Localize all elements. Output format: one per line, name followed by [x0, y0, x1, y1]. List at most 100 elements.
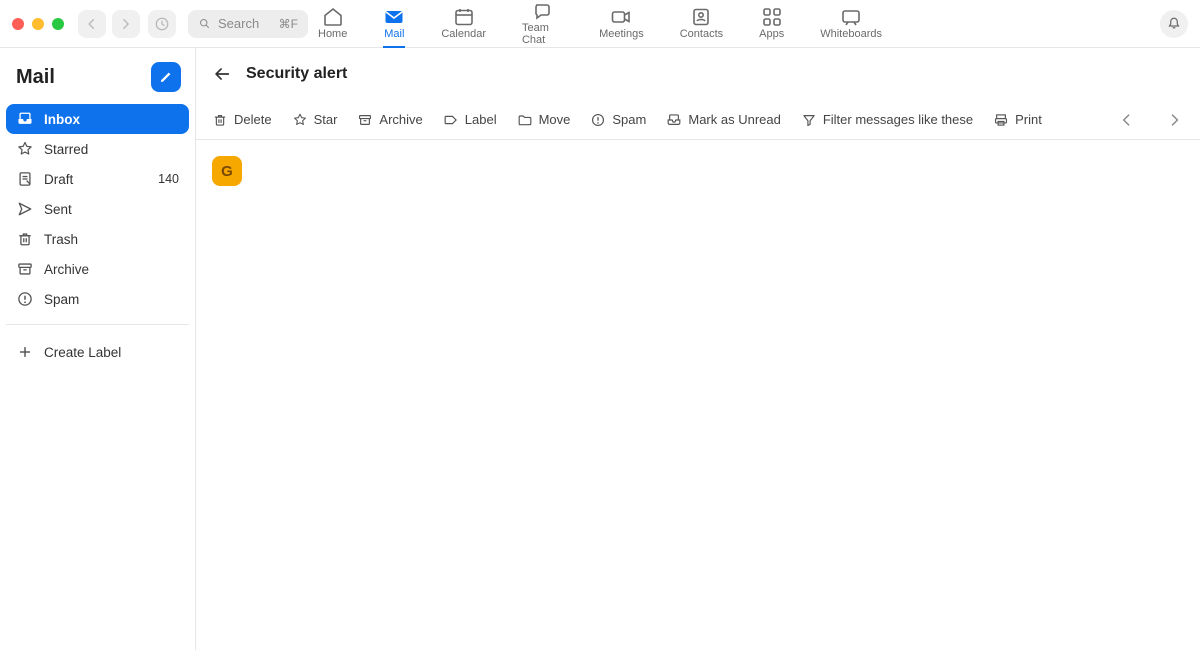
chat-icon [532, 2, 554, 20]
history-arrows [78, 10, 140, 38]
sidebar-item-sent[interactable]: Sent [6, 194, 189, 224]
mail-body: G [196, 140, 1200, 650]
nav-team-chat[interactable]: Team Chat [504, 0, 581, 48]
search-placeholder: Search [218, 16, 259, 31]
bell-icon [1165, 13, 1183, 35]
window-controls [12, 18, 64, 30]
sender-initial: G [221, 163, 233, 180]
star-icon [16, 138, 34, 160]
mail-icon [666, 109, 682, 131]
whiteboard-icon [840, 8, 862, 26]
global-search[interactable]: Search ⌘F [188, 10, 308, 38]
trash-icon [212, 109, 228, 131]
nav-contacts[interactable]: Contacts [662, 0, 741, 48]
tb-move[interactable]: Move [517, 109, 571, 131]
nav-mail[interactable]: Mail [365, 0, 423, 48]
arrow-left-icon [212, 63, 232, 85]
create-label-button[interactable]: Create Label [0, 335, 195, 369]
nav-label: Apps [759, 28, 784, 40]
tb-label: Move [539, 112, 571, 127]
content: Mail Inbox Starred Draft 140 [0, 48, 1200, 650]
tb-delete[interactable]: Delete [212, 109, 272, 131]
sidebar-item-inbox[interactable]: Inbox [6, 104, 189, 134]
tb-label[interactable]: Label [443, 109, 497, 131]
chevron-right-icon [1166, 109, 1184, 131]
back-button[interactable] [212, 64, 232, 84]
create-label-text: Create Label [44, 345, 121, 360]
trash-icon [16, 228, 34, 250]
tb-label: Mark as Unread [688, 112, 780, 127]
sidebar-item-archive[interactable]: Archive [6, 254, 189, 284]
tb-label: Print [1015, 112, 1042, 127]
sidebar-item-label: Draft [44, 172, 73, 187]
sidebar-item-trash[interactable]: Trash [6, 224, 189, 254]
video-icon [610, 8, 632, 26]
tb-mark-unread[interactable]: Mark as Unread [666, 109, 780, 131]
sidebar-item-draft[interactable]: Draft 140 [6, 164, 189, 194]
sidebar-item-label: Archive [44, 262, 89, 277]
filter-icon [801, 109, 817, 131]
nav-meetings[interactable]: Meetings [581, 0, 662, 48]
sidebar: Mail Inbox Starred Draft 140 [0, 48, 196, 650]
nav-calendar[interactable]: Calendar [423, 0, 504, 48]
mail-panel: Security alert Delete Star Archive Label [196, 48, 1200, 650]
tb-label: Star [314, 112, 338, 127]
tb-print[interactable]: Print [993, 109, 1042, 131]
nav-label: Meetings [599, 28, 644, 40]
sidebar-item-label: Spam [44, 292, 79, 307]
next-message-button[interactable] [1166, 109, 1184, 131]
search-icon [198, 14, 212, 34]
zoom-window-button[interactable] [52, 18, 64, 30]
label-icon [443, 109, 459, 131]
spam-icon [590, 109, 606, 131]
top-nav: Home Mail Calendar Team Chat Meetings Co… [300, 0, 900, 48]
edit-icon [157, 66, 175, 88]
chevron-left-icon [1118, 109, 1136, 131]
minimize-window-button[interactable] [32, 18, 44, 30]
folder-icon [517, 109, 533, 131]
tb-spam[interactable]: Spam [590, 109, 646, 131]
titlebar: Search ⌘F Home Mail Calendar Team Chat M… [0, 0, 1200, 48]
draft-icon [16, 168, 34, 190]
sidebar-item-count: 140 [158, 172, 179, 186]
mail-icon [383, 8, 405, 26]
spam-icon [16, 288, 34, 310]
plus-icon [16, 341, 34, 363]
notifications-button[interactable] [1160, 10, 1188, 38]
history-button[interactable] [148, 10, 176, 38]
nav-apps[interactable]: Apps [741, 0, 802, 48]
tb-filter[interactable]: Filter messages like these [801, 109, 973, 131]
nav-whiteboards[interactable]: Whiteboards [802, 0, 900, 48]
sidebar-item-starred[interactable]: Starred [6, 134, 189, 164]
tb-star[interactable]: Star [292, 109, 338, 131]
mail-toolbar: Delete Star Archive Label Move Spam [196, 100, 1200, 140]
nav-label: Contacts [680, 28, 723, 40]
nav-label: Whiteboards [820, 28, 882, 40]
home-icon [322, 8, 344, 26]
send-icon [16, 198, 34, 220]
mail-subject: Security alert [246, 65, 347, 83]
nav-label: Home [318, 28, 347, 40]
archive-icon [16, 258, 34, 280]
divider [6, 324, 189, 325]
sidebar-item-label: Trash [44, 232, 78, 247]
tb-archive[interactable]: Archive [357, 109, 422, 131]
close-window-button[interactable] [12, 18, 24, 30]
nav-back-button[interactable] [78, 10, 106, 38]
sender-avatar[interactable]: G [212, 156, 242, 186]
sidebar-item-label: Starred [44, 142, 88, 157]
nav-home[interactable]: Home [300, 0, 365, 48]
mail-header: Security alert [196, 48, 1200, 100]
print-icon [993, 109, 1009, 131]
nav-label: Mail [384, 28, 404, 40]
contact-icon [690, 8, 712, 26]
nav-label: Team Chat [522, 22, 563, 46]
archive-icon [357, 109, 373, 131]
sidebar-item-label: Sent [44, 202, 72, 217]
sidebar-item-spam[interactable]: Spam [6, 284, 189, 314]
prev-message-button[interactable] [1118, 109, 1136, 131]
nav-forward-button[interactable] [112, 10, 140, 38]
star-icon [292, 109, 308, 131]
tb-label: Filter messages like these [823, 112, 973, 127]
compose-button[interactable] [151, 62, 181, 92]
